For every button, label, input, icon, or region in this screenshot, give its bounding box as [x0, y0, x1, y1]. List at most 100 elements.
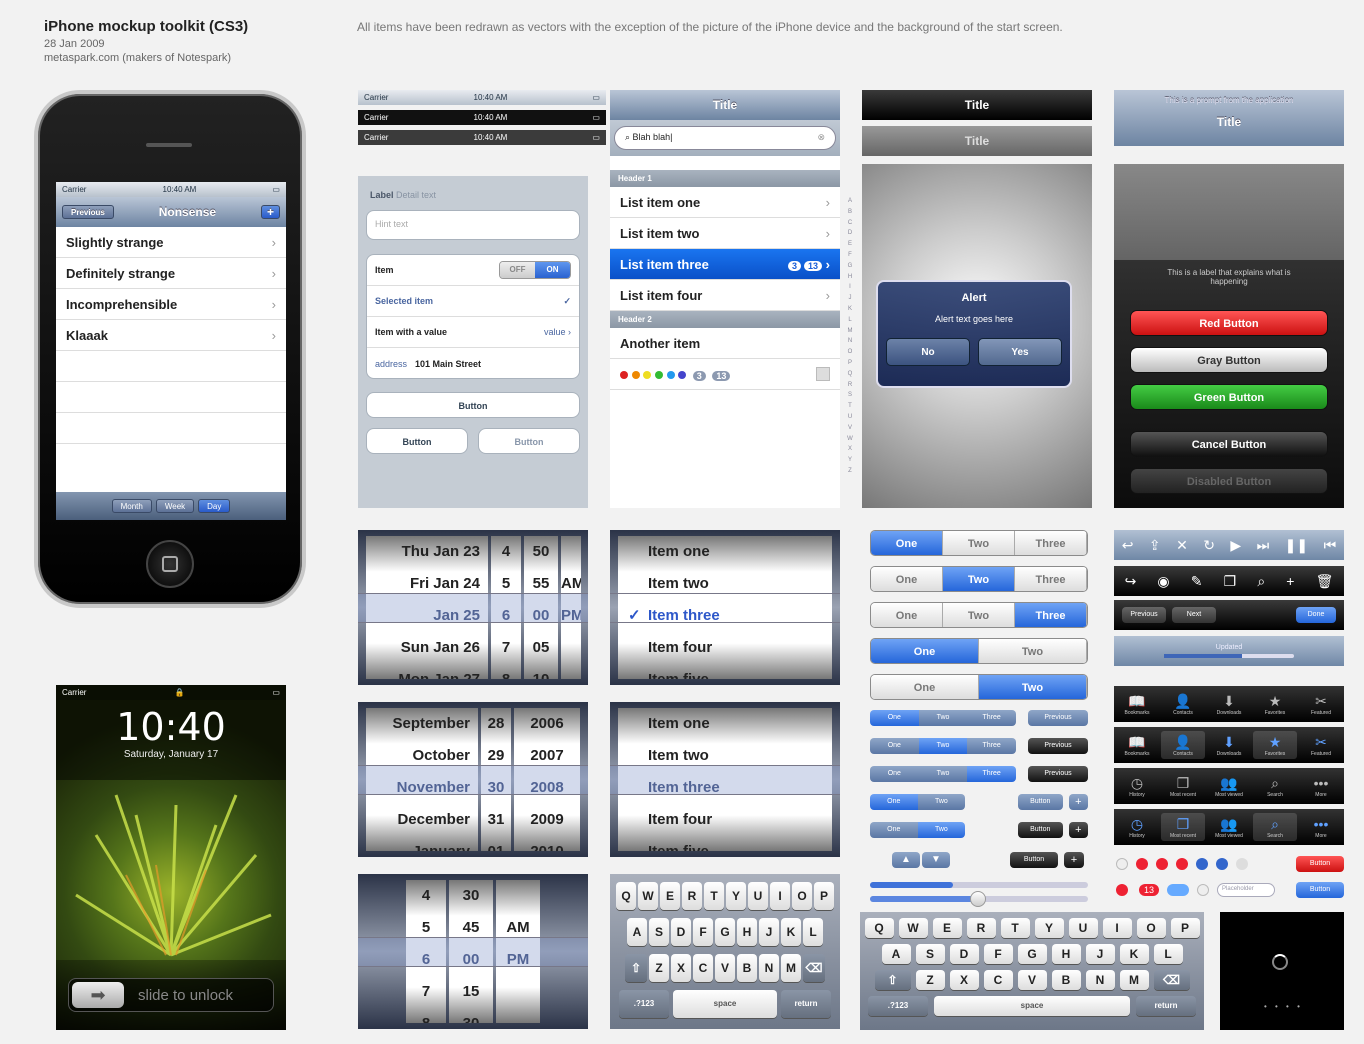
- toolbar-icon[interactable]: 🗑: [1316, 573, 1334, 590]
- section-index[interactable]: ABCDEFGHIJKLMNOPQRSTUVWXYZ: [845, 196, 855, 477]
- key-e[interactable]: E: [932, 918, 962, 938]
- chevron-icon[interactable]: [1236, 858, 1248, 870]
- key-m[interactable]: M: [1119, 970, 1149, 990]
- key-z[interactable]: Z: [649, 954, 669, 982]
- picker-option[interactable]: Item five: [618, 836, 832, 851]
- phone-list-row[interactable]: Slightly strange ›: [56, 227, 286, 258]
- key-w[interactable]: W: [638, 882, 658, 910]
- index-letter[interactable]: K: [845, 304, 855, 315]
- index-letter[interactable]: C: [845, 218, 855, 229]
- toolbar-icon[interactable]: ↻: [1203, 537, 1215, 554]
- key-c[interactable]: C: [983, 970, 1013, 990]
- picker-option[interactable]: Item four: [618, 632, 832, 664]
- search-input[interactable]: ⌕ Blah blah| ⊗: [614, 126, 836, 150]
- picker-option[interactable]: 05: [524, 632, 558, 664]
- picker-option[interactable]: 01: [481, 836, 511, 851]
- key-r[interactable]: R: [966, 918, 996, 938]
- segment[interactable]: Two: [943, 567, 1015, 591]
- tab-item[interactable]: ❐ Most recent: [1161, 772, 1205, 800]
- list-item[interactable]: List item four ›: [610, 280, 840, 311]
- segment[interactable]: Two: [943, 603, 1015, 627]
- info-icon[interactable]: [1216, 858, 1228, 870]
- index-letter[interactable]: M: [845, 326, 855, 337]
- index-letter[interactable]: T: [845, 401, 855, 412]
- key-k[interactable]: K: [781, 918, 801, 946]
- key-r[interactable]: R: [682, 882, 702, 910]
- picker-option[interactable]: [496, 1008, 540, 1023]
- picker-option[interactable]: December: [366, 804, 478, 836]
- toolbar-icon[interactable]: +: [1286, 573, 1294, 589]
- segment[interactable]: One: [871, 639, 979, 663]
- numbers-key[interactable]: .?123: [619, 990, 669, 1018]
- key-v[interactable]: V: [715, 954, 735, 982]
- index-letter[interactable]: Y: [845, 455, 855, 466]
- mini-segment[interactable]: Two: [917, 794, 966, 810]
- black-button[interactable]: Button: [1010, 852, 1058, 868]
- picker-option[interactable]: September: [366, 708, 478, 740]
- tab-item[interactable]: ✂ Featured: [1299, 731, 1343, 759]
- back-button[interactable]: Previous: [1028, 738, 1088, 754]
- picker-option[interactable]: Item four: [618, 804, 832, 836]
- key-c[interactable]: C: [693, 954, 713, 982]
- picker-option[interactable]: Item five: [618, 664, 832, 679]
- segmented-control[interactable]: One Two Three: [870, 530, 1088, 556]
- index-letter[interactable]: L: [845, 315, 855, 326]
- delete-icon[interactable]: [1156, 858, 1168, 870]
- key-n[interactable]: N: [1085, 970, 1115, 990]
- phone-list-row[interactable]: Klaaak ›: [56, 320, 286, 351]
- index-letter[interactable]: S: [845, 390, 855, 401]
- key-p[interactable]: P: [814, 882, 834, 910]
- mini-segment[interactable]: Three: [967, 766, 1016, 782]
- segment-day[interactable]: Day: [198, 499, 231, 513]
- picker-option[interactable]: 7: [491, 632, 521, 664]
- picker-option[interactable]: 2010: [514, 836, 580, 851]
- tab-item[interactable]: ⌕ Search: [1253, 772, 1297, 800]
- mini-segment[interactable]: Two: [918, 710, 968, 726]
- mini-segment[interactable]: One: [870, 766, 919, 782]
- list-item[interactable]: List item two ›: [610, 218, 840, 249]
- index-letter[interactable]: N: [845, 336, 855, 347]
- backspace-key[interactable]: ⌫: [803, 954, 825, 982]
- index-letter[interactable]: I: [845, 282, 855, 293]
- tab-item[interactable]: 👤 Contacts: [1161, 731, 1205, 759]
- key-o[interactable]: O: [1136, 918, 1166, 938]
- segment[interactable]: One: [871, 603, 943, 627]
- key-d[interactable]: D: [671, 918, 691, 946]
- home-button[interactable]: [146, 540, 194, 588]
- value-row[interactable]: Item with a value value ›: [367, 317, 579, 348]
- half-button-left[interactable]: Button: [366, 428, 468, 454]
- red-button[interactable]: Red Button: [1130, 310, 1328, 336]
- down-button[interactable]: ▼: [922, 852, 950, 868]
- picker-option[interactable]: Mon Jan 27: [366, 664, 488, 679]
- tab-item[interactable]: 👥 Most viewed: [1207, 813, 1251, 841]
- red-small-button[interactable]: Button: [1296, 856, 1344, 872]
- key-g[interactable]: G: [1017, 944, 1047, 964]
- mini-text-field[interactable]: Placeholder: [1217, 883, 1276, 897]
- delete-icon[interactable]: [1176, 858, 1188, 870]
- segment[interactable]: Three: [1015, 531, 1087, 555]
- picker-option[interactable]: [561, 536, 581, 568]
- next-button[interactable]: Next: [1172, 607, 1216, 623]
- toolbar-icon[interactable]: ⏭: [1257, 537, 1270, 554]
- numbers-key[interactable]: .?123: [868, 996, 928, 1016]
- key-i[interactable]: I: [1102, 918, 1132, 938]
- picker-option[interactable]: 2006: [514, 708, 580, 740]
- mini-segmented-control[interactable]: One Two Three: [870, 738, 1016, 754]
- tab-item[interactable]: 👥 Most viewed: [1207, 772, 1251, 800]
- key-s[interactable]: S: [649, 918, 669, 946]
- segment[interactable]: One: [871, 531, 943, 555]
- mini-segment[interactable]: One: [870, 738, 919, 754]
- picker-option[interactable]: Item one: [618, 708, 832, 740]
- key-n[interactable]: N: [759, 954, 779, 982]
- key-h[interactable]: H: [1051, 944, 1081, 964]
- tab-item[interactable]: ••• More: [1299, 772, 1343, 800]
- toolbar-icon[interactable]: ⇪: [1149, 537, 1161, 554]
- segmented-control[interactable]: One Two Three: [870, 566, 1088, 592]
- key-b[interactable]: B: [737, 954, 757, 982]
- up-button[interactable]: ▲: [892, 852, 920, 868]
- key-h[interactable]: H: [737, 918, 757, 946]
- picker-option[interactable]: 50: [524, 536, 558, 568]
- toolbar-icon[interactable]: ❐: [1224, 573, 1237, 590]
- small-button[interactable]: Button: [1017, 822, 1063, 838]
- toolbar-icon[interactable]: ↪: [1125, 573, 1137, 590]
